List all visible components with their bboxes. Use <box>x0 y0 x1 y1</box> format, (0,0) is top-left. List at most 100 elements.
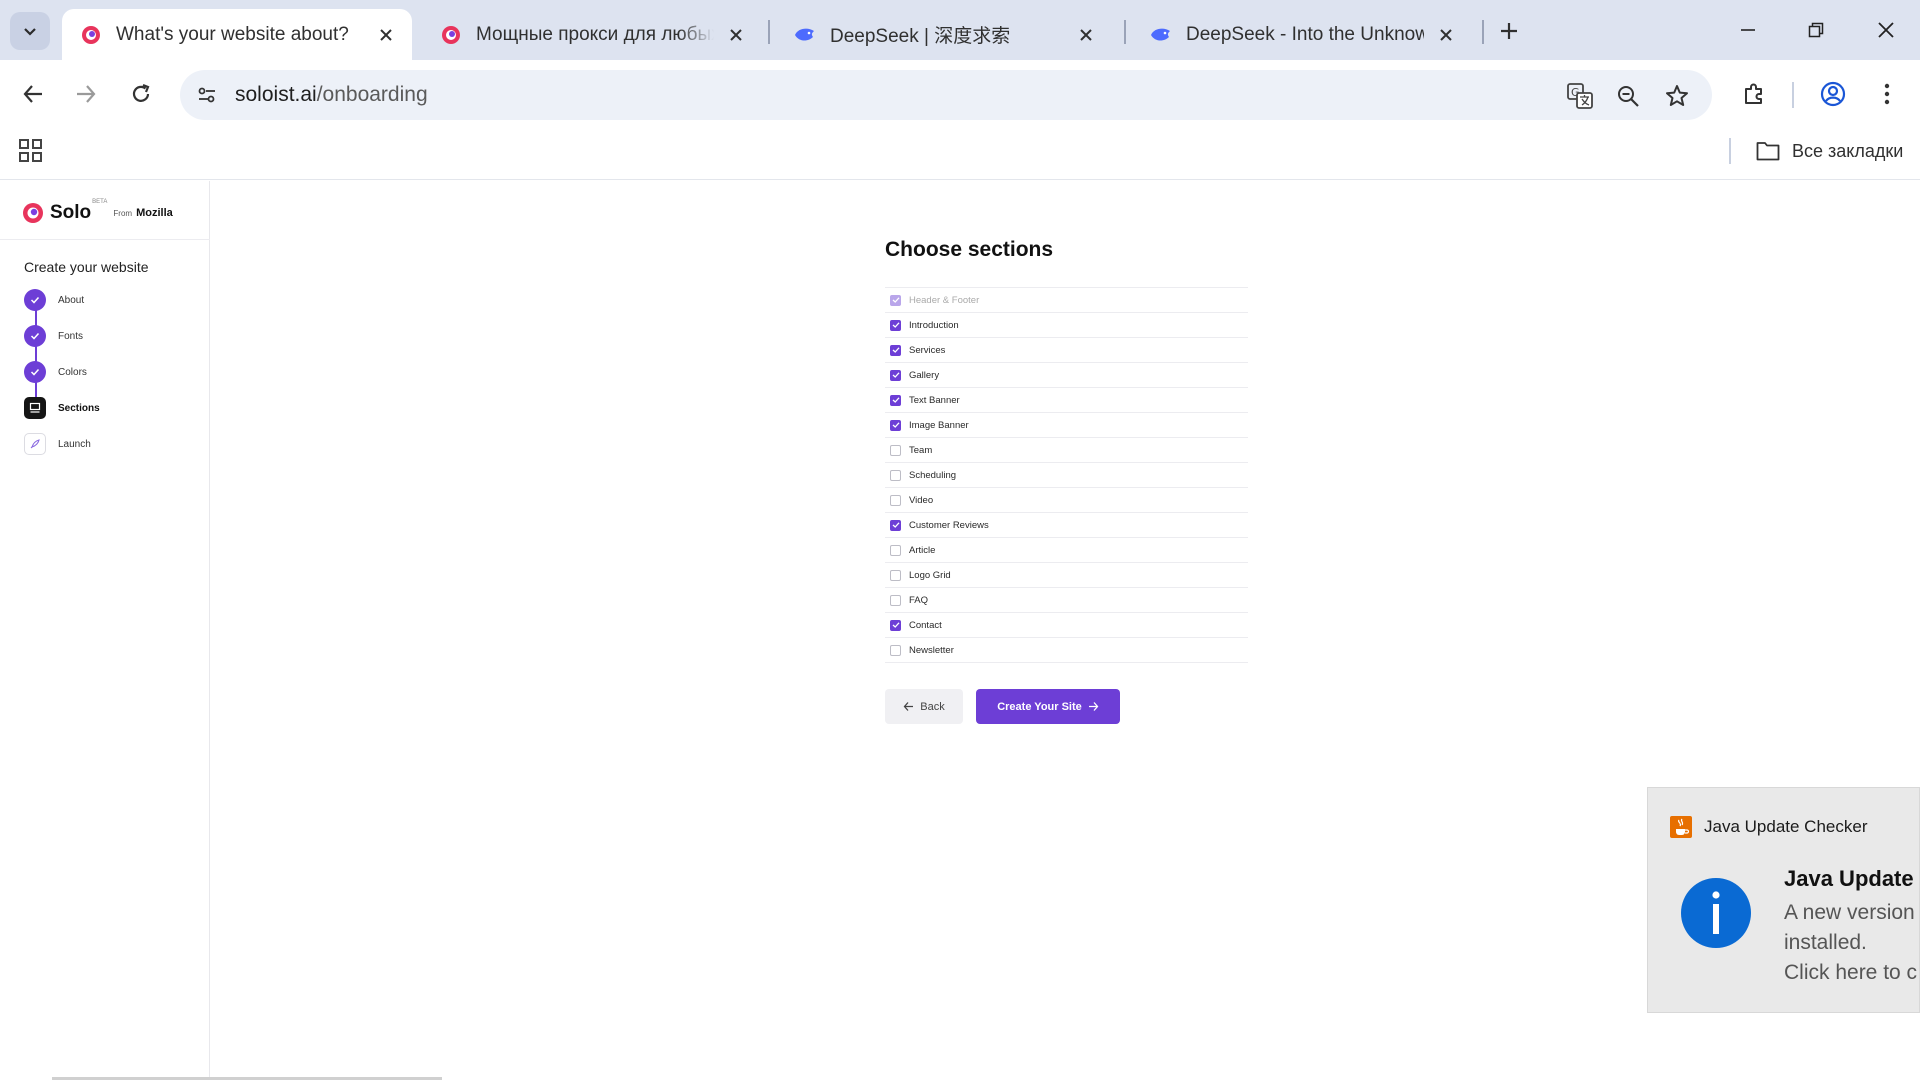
browser-toolbar: soloist.ai/onboarding G <box>0 60 1920 128</box>
toast-title: Java Update A <box>1784 866 1920 891</box>
tab-title: What's your website about? <box>116 23 349 45</box>
zoom-icon[interactable] <box>1614 82 1642 110</box>
section-checkbox[interactable] <box>890 494 901 506</box>
section-row[interactable]: Team <box>885 438 1248 463</box>
minimize-button[interactable] <box>1728 14 1768 46</box>
tab-whats-your-website[interactable]: What's your website about? <box>62 9 412 60</box>
tab-search-button[interactable] <box>10 12 50 50</box>
back-nav-button[interactable] <box>15 76 51 112</box>
sidebar-divider <box>0 239 210 240</box>
section-row[interactable]: Gallery <box>885 363 1248 388</box>
restore-button[interactable] <box>1796 14 1836 46</box>
section-label: Header & Footer <box>909 294 980 306</box>
java-update-notification[interactable]: Java Update Checker Java Update A A new … <box>1647 787 1920 1013</box>
close-icon[interactable] <box>1074 23 1098 47</box>
section-row[interactable]: Customer Reviews <box>885 513 1248 538</box>
step-fonts[interactable]: Fonts <box>24 325 83 347</box>
section-label: Contact <box>909 619 942 631</box>
bookmarks-bar: Все закладки <box>0 128 1920 180</box>
section-row[interactable]: Newsletter <box>885 638 1248 663</box>
section-row[interactable]: Services <box>885 338 1248 363</box>
section-row[interactable]: Scheduling <box>885 463 1248 488</box>
new-tab-button[interactable] <box>1494 16 1524 46</box>
tab-strip: What's your website about? Мощные прокси… <box>0 0 1920 60</box>
step-sections[interactable]: Sections <box>24 397 100 419</box>
deepseek-whale-icon <box>1150 24 1172 46</box>
check-icon <box>24 289 46 311</box>
forward-nav-button[interactable] <box>68 76 104 112</box>
create-site-button[interactable]: Create Your Site <box>976 689 1120 724</box>
section-row[interactable]: Contact <box>885 613 1248 638</box>
sections-layout-icon <box>24 397 46 419</box>
tab-separator <box>1124 20 1126 44</box>
bookmark-star-icon[interactable] <box>1663 82 1691 110</box>
section-row[interactable]: Image Banner <box>885 413 1248 438</box>
section-checkbox[interactable] <box>890 594 901 606</box>
toast-body: A new version installed. Click here to c <box>1784 898 1917 988</box>
all-bookmarks-button[interactable]: Все закладки <box>1756 136 1903 166</box>
section-checkbox[interactable] <box>890 644 901 656</box>
reload-icon <box>132 83 150 102</box>
all-bookmarks-label: Все закладки <box>1792 140 1904 161</box>
section-label: Team <box>909 444 933 456</box>
section-label: Introduction <box>909 319 959 331</box>
section-checkbox[interactable] <box>890 619 901 631</box>
brand[interactable]: Solo BETA From Mozilla <box>22 199 173 227</box>
extensions-button[interactable] <box>1737 77 1771 111</box>
section-checkbox[interactable] <box>890 544 901 556</box>
step-colors[interactable]: Colors <box>24 361 87 383</box>
section-row[interactable]: Header & Footer <box>885 288 1248 313</box>
section-checkbox[interactable] <box>890 344 901 356</box>
check-icon <box>24 361 46 383</box>
minimize-icon <box>1741 29 1755 31</box>
profile-button[interactable] <box>1816 77 1850 111</box>
section-checkbox[interactable] <box>890 369 901 381</box>
section-checkbox[interactable] <box>890 519 901 531</box>
rocket-icon <box>24 433 46 455</box>
window-close-button[interactable] <box>1866 14 1906 46</box>
sidebar-heading: Create your website <box>24 259 149 275</box>
create-site-label: Create Your Site <box>997 700 1082 713</box>
back-button[interactable]: Back <box>885 689 963 724</box>
section-label: Logo Grid <box>909 569 951 581</box>
address-bar[interactable]: soloist.ai/onboarding G <box>180 70 1712 120</box>
section-row[interactable]: FAQ <box>885 588 1248 613</box>
apps-grid-icon[interactable] <box>18 138 44 164</box>
section-row[interactable]: Video <box>885 488 1248 513</box>
section-checkbox[interactable] <box>890 319 901 331</box>
toast-app-name: Java Update Checker <box>1704 817 1868 836</box>
arrow-right-icon <box>1088 702 1099 711</box>
section-checkbox[interactable] <box>890 419 901 431</box>
tab-proxies[interactable]: Мощные прокси для любых за <box>422 9 762 60</box>
url-domain: soloist.ai <box>235 83 317 106</box>
section-checkbox <box>890 294 901 306</box>
step-label: Fonts <box>58 330 84 342</box>
tab-separator <box>768 20 770 44</box>
step-about[interactable]: About <box>24 289 84 311</box>
section-label: Services <box>909 344 946 356</box>
tab-deepseek-cn[interactable]: DeepSeek | 深度求索 <box>776 9 1112 60</box>
toast-line: Click here to c <box>1784 961 1918 984</box>
plus-icon <box>1501 23 1517 39</box>
toast-line: A new version <box>1784 901 1915 924</box>
section-checkbox[interactable] <box>890 469 901 481</box>
section-checkbox[interactable] <box>890 569 901 581</box>
close-icon[interactable] <box>374 23 398 47</box>
reload-button[interactable] <box>123 76 159 112</box>
section-row[interactable]: Introduction <box>885 313 1248 338</box>
section-checkbox[interactable] <box>890 444 901 456</box>
step-label: Launch <box>58 438 91 450</box>
browser-menu-button[interactable] <box>1870 77 1904 111</box>
tab-deepseek-unknown[interactable]: DeepSeek - Into the Unknown <box>1132 9 1472 60</box>
translate-icon[interactable]: G <box>1566 82 1594 110</box>
close-icon[interactable] <box>724 23 748 47</box>
step-launch[interactable]: Launch <box>24 433 91 455</box>
toolbar-divider <box>1792 82 1794 108</box>
section-label: Article <box>909 544 936 556</box>
section-row[interactable]: Text Banner <box>885 388 1248 413</box>
section-row[interactable]: Article <box>885 538 1248 563</box>
section-checkbox[interactable] <box>890 394 901 406</box>
close-icon[interactable] <box>1434 23 1458 47</box>
site-settings-icon[interactable] <box>194 82 220 108</box>
section-row[interactable]: Logo Grid <box>885 563 1248 588</box>
